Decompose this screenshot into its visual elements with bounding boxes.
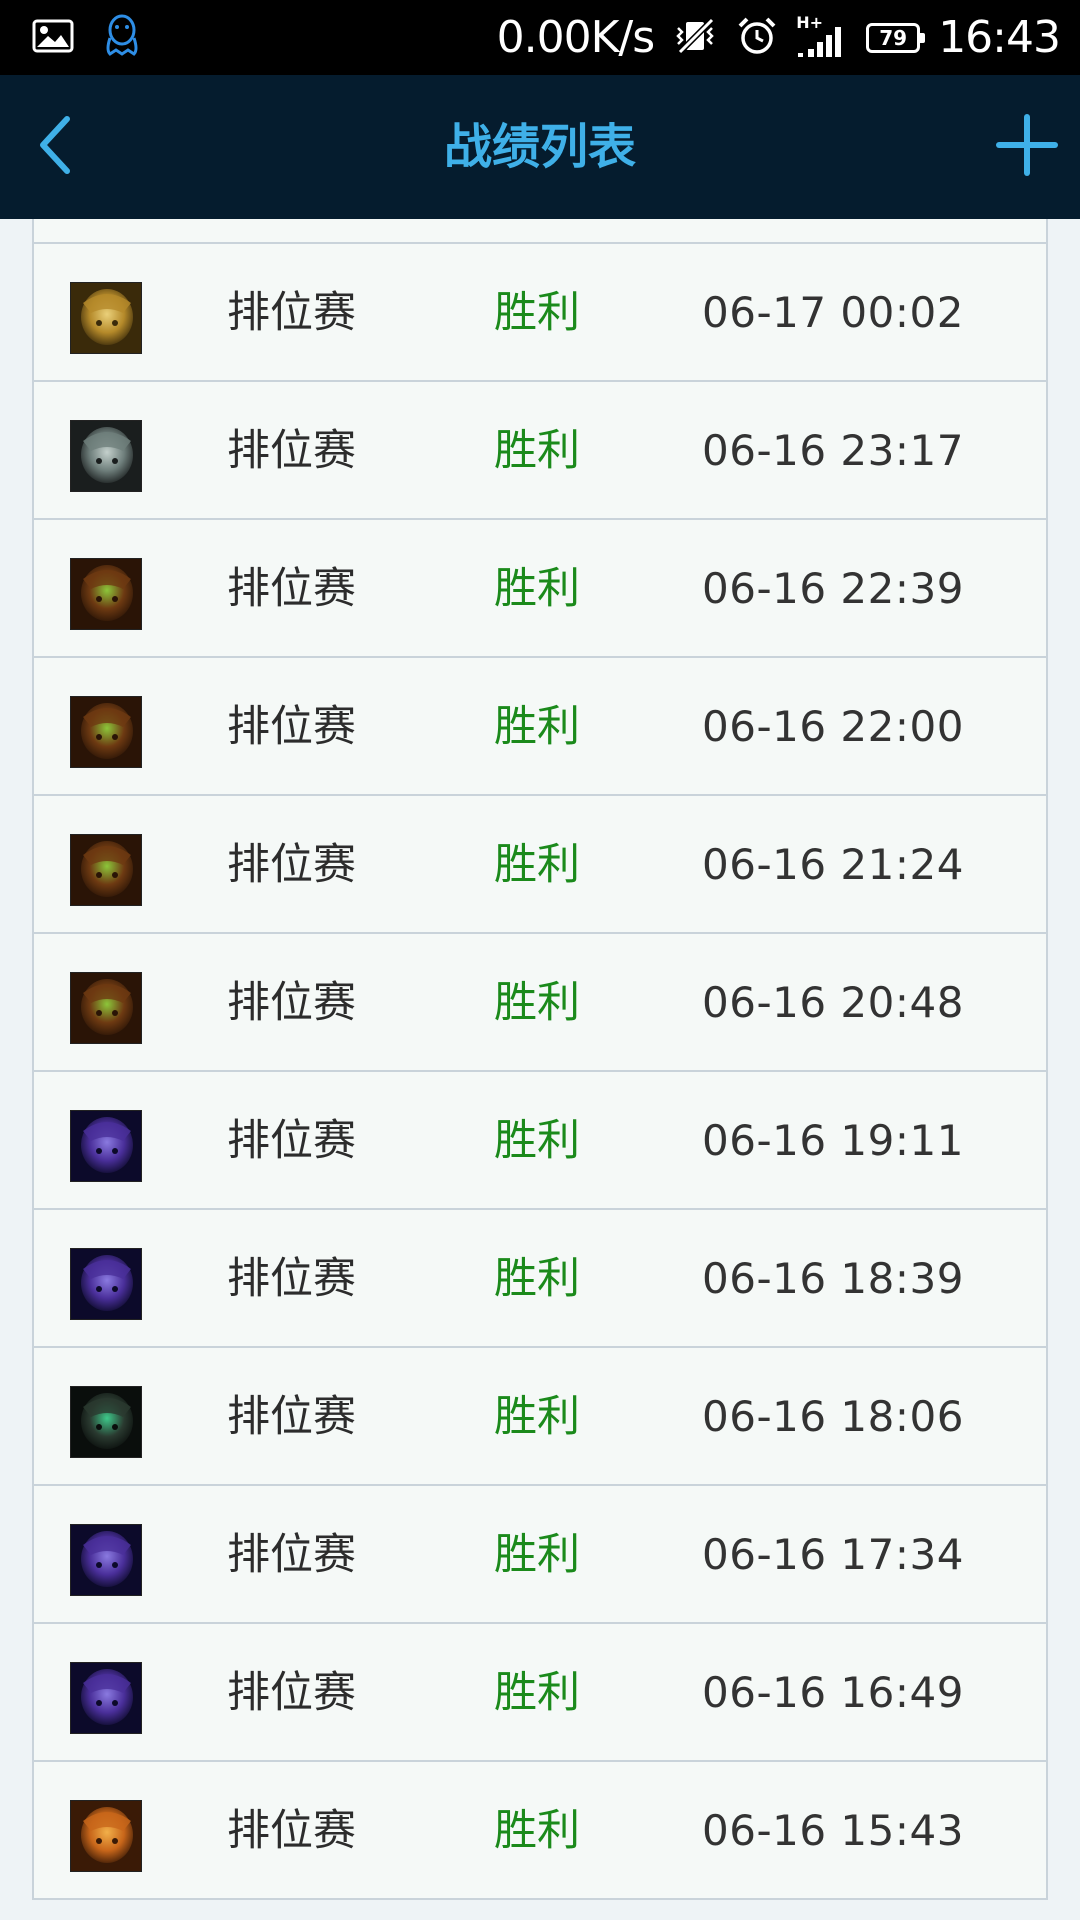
champion-avatar-purple (70, 1110, 142, 1182)
qq-penguin-icon (102, 12, 142, 64)
match-mode: 排位赛 (227, 1392, 356, 1442)
match-mode: 排位赛 (227, 288, 356, 338)
match-result: 胜利 (494, 1116, 580, 1166)
match-mode: 排位赛 (227, 1530, 356, 1580)
match-result: 胜利 (494, 1530, 580, 1580)
status-bar-right: 0.00K/s H+ 79 16:43 (496, 0, 1061, 75)
match-time: 06-16 18:39 (702, 1254, 964, 1303)
match-time: 06-17 00:02 (702, 288, 964, 337)
page-title: 战绩列表 (443, 119, 636, 175)
champion-avatar-orange (70, 1800, 142, 1872)
match-result: 胜利 (494, 426, 580, 476)
match-time: 06-17 01:08 (702, 219, 964, 244)
champion-avatar-grey (70, 420, 142, 492)
champion-avatar-green (70, 834, 142, 906)
match-row[interactable]: 排位赛 胜利 06-16 20:48 (34, 934, 1046, 1072)
match-row[interactable]: 排位赛 胜利 06-17 01:08 (34, 219, 1046, 244)
match-row[interactable]: 排位赛 胜利 06-16 15:43 (34, 1762, 1046, 1900)
match-time: 06-16 20:48 (702, 978, 964, 1027)
match-mode: 排位赛 (227, 564, 356, 614)
match-mode: 排位赛 (227, 1806, 356, 1856)
champion-avatar-green (70, 696, 142, 768)
battery-level: 79 (879, 25, 908, 50)
match-list-viewport[interactable]: 排位赛 胜利 06-17 01:08 排位赛 胜利 06-17 00:02 排位… (0, 219, 1080, 1920)
match-result: 胜利 (494, 564, 580, 614)
match-result: 胜利 (494, 840, 580, 890)
network-speed: 0.00K/s (496, 12, 656, 63)
match-time: 06-16 18:06 (702, 1392, 964, 1441)
match-row[interactable]: 排位赛 胜利 06-16 19:11 (34, 1072, 1046, 1210)
match-result: 胜利 (494, 1668, 580, 1718)
match-time: 06-16 17:34 (702, 1530, 964, 1579)
match-mode: 排位赛 (227, 426, 356, 476)
match-row[interactable]: 排位赛 胜利 06-16 18:06 (34, 1348, 1046, 1486)
match-mode: 排位赛 (227, 702, 356, 752)
plus-icon (995, 113, 1059, 181)
match-row[interactable]: 排位赛 胜利 06-16 23:17 (34, 382, 1046, 520)
champion-avatar-purple (70, 1248, 142, 1320)
match-row[interactable]: 排位赛 胜利 06-17 00:02 (34, 244, 1046, 382)
match-result: 胜利 (494, 702, 580, 752)
match-list: 排位赛 胜利 06-17 01:08 排位赛 胜利 06-17 00:02 排位… (32, 219, 1048, 1900)
match-result: 胜利 (494, 1806, 580, 1856)
champion-avatar-purple (70, 1524, 142, 1596)
status-bar: 0.00K/s H+ 79 16:43 (0, 0, 1080, 75)
add-button[interactable] (992, 112, 1062, 182)
match-row[interactable]: 排位赛 胜利 06-16 22:39 (34, 520, 1046, 658)
match-time: 06-16 22:39 (702, 564, 964, 613)
match-row[interactable]: 排位赛 胜利 06-16 18:39 (34, 1210, 1046, 1348)
champion-avatar-green (70, 972, 142, 1044)
alarm-icon (736, 16, 778, 60)
match-time: 06-16 19:11 (702, 1116, 964, 1165)
match-result: 胜利 (494, 1254, 580, 1304)
match-time: 06-16 23:17 (702, 426, 964, 475)
vibrate-off-icon (672, 16, 718, 60)
match-row[interactable]: 排位赛 胜利 06-16 22:00 (34, 658, 1046, 796)
nav-bar: 战绩列表 (0, 75, 1080, 219)
match-mode: 排位赛 (227, 1668, 356, 1718)
champion-avatar-green (70, 558, 142, 630)
match-result: 胜利 (494, 1392, 580, 1442)
gallery-icon (32, 19, 74, 57)
match-time: 06-16 22:00 (702, 702, 964, 751)
match-mode: 排位赛 (227, 978, 356, 1028)
champion-avatar-purple (70, 1662, 142, 1734)
match-mode: 排位赛 (227, 840, 356, 890)
match-row[interactable]: 排位赛 胜利 06-16 17:34 (34, 1486, 1046, 1624)
match-time: 06-16 16:49 (702, 1668, 964, 1717)
match-row[interactable]: 排位赛 胜利 06-16 16:49 (34, 1624, 1046, 1762)
clock: 16:43 (938, 12, 1061, 63)
match-result: 胜利 (494, 288, 580, 338)
match-result: 胜利 (494, 978, 580, 1028)
battery-icon: 79 (866, 22, 926, 53)
match-row[interactable]: 排位赛 胜利 06-16 21:24 (34, 796, 1046, 934)
match-time: 06-16 15:43 (702, 1806, 964, 1855)
match-mode: 排位赛 (227, 1116, 356, 1166)
status-bar-left (32, 14, 142, 62)
match-mode: 排位赛 (227, 1254, 356, 1304)
champion-avatar-dark-teal (70, 1386, 142, 1458)
match-mode: 排位赛 (227, 219, 356, 244)
signal-icon: H+ (796, 13, 848, 61)
match-result: 胜利 (494, 219, 580, 244)
champion-avatar-gold (70, 282, 142, 354)
match-time: 06-16 21:24 (702, 840, 964, 889)
